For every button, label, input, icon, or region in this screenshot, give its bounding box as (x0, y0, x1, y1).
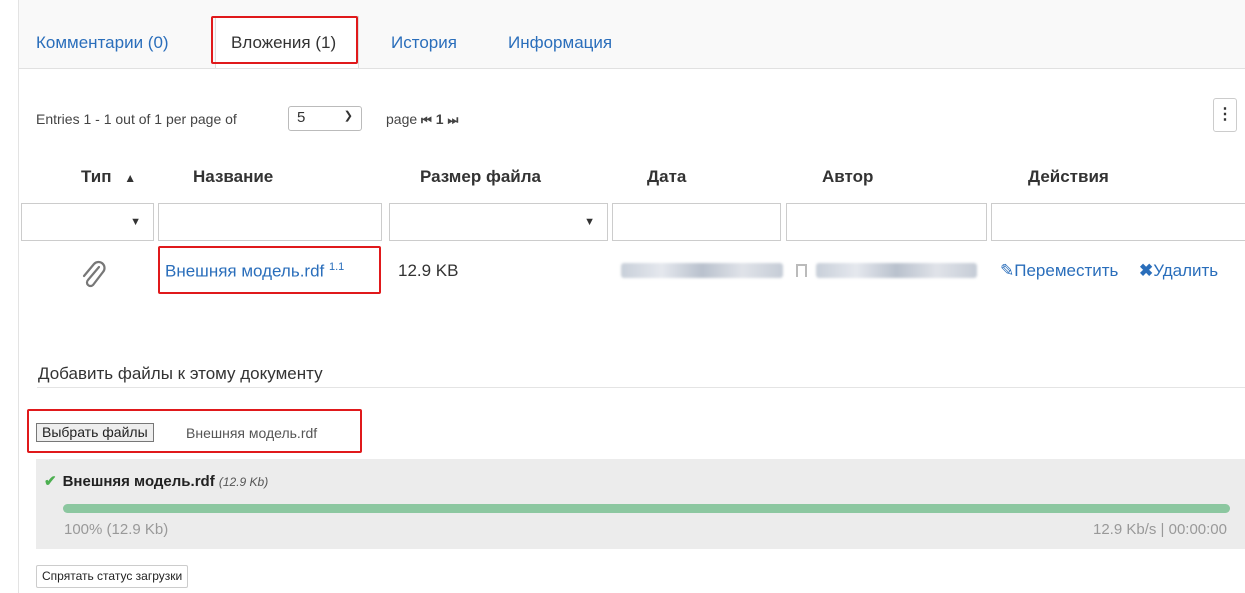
delete-action[interactable]: ✖Удалить (1139, 261, 1218, 281)
move-action[interactable]: ✎Переместить (1000, 261, 1118, 281)
column-header-size[interactable]: Размер файла (420, 167, 541, 187)
paperclip-icon (79, 256, 107, 295)
highlight-frame-upload (27, 409, 362, 453)
hide-upload-status-button[interactable]: Спрятать статус загрузки (36, 565, 189, 588)
tab-comments[interactable]: Комментарии (0) (36, 33, 169, 53)
tab-bar: Комментарии (0) Вложения (1) История Инф… (19, 0, 1245, 69)
check-icon: ✔ (44, 473, 57, 490)
date-filter-input[interactable] (612, 203, 781, 241)
upload-progress-fill (63, 504, 1230, 513)
column-header-name[interactable]: Название (193, 167, 273, 187)
upload-speed: 12.9 Kb/s | 00:00:00 (1093, 521, 1227, 538)
more-options-icon[interactable]: ⋮ (1213, 98, 1237, 132)
highlight-frame-tab (211, 16, 358, 64)
date-redacted (621, 263, 783, 278)
upload-percent: 100% (12.9 Kb) (64, 521, 169, 538)
file-size: 12.9 KB (398, 261, 459, 280)
close-icon: ✖ (1139, 261, 1154, 280)
page-label: page (386, 111, 418, 127)
per-page-value: 5 (297, 109, 306, 126)
caret-down-icon: ▼ (584, 216, 595, 228)
name-filter-input[interactable] (158, 203, 382, 241)
upload-file-title: ✔ Внешняя модель.rdf (12.9 Kb) (44, 473, 269, 490)
caret-down-icon: ▼ (130, 216, 141, 228)
highlight-frame-file (158, 246, 381, 294)
column-header-author[interactable]: Автор (822, 167, 873, 187)
pager-entries-text: Entries 1 - 1 out of 1 per page of (36, 111, 237, 127)
author-filter-input[interactable] (786, 203, 987, 241)
column-header-type[interactable]: Тип ▲ (81, 167, 136, 187)
column-header-date[interactable]: Дата (647, 167, 686, 187)
attachments-panel: Комментарии (0) Вложения (1) История Инф… (18, 0, 1245, 593)
chevron-down-icon: ❯ (343, 110, 353, 122)
tab-information[interactable]: Информация (508, 33, 612, 53)
column-header-actions: Действия (1028, 167, 1109, 186)
type-filter-select[interactable]: ▼ (21, 203, 154, 241)
upload-file-size: (12.9 Kb) (218, 475, 269, 489)
divider (37, 387, 1245, 388)
last-page-icon[interactable]: ⏭ (447, 113, 458, 127)
user-icon (796, 264, 807, 277)
actions-filter-input[interactable] (991, 203, 1245, 241)
first-page-icon[interactable]: ⏮ (421, 113, 432, 127)
size-filter-select[interactable]: ▼ (389, 203, 608, 241)
upload-progress-bar (63, 504, 1230, 513)
page-navigator: page ⏮ 1 ⏭ (386, 111, 458, 128)
add-files-label: Добавить файлы к этому документу (38, 364, 323, 383)
page-number[interactable]: 1 (436, 111, 444, 127)
edit-icon: ✎ (1000, 261, 1015, 280)
per-page-select[interactable]: 5 ❯ (288, 106, 362, 131)
author-redacted (816, 263, 977, 278)
tab-history[interactable]: История (391, 33, 457, 53)
upload-status-panel: ✔ Внешняя модель.rdf (12.9 Kb) 100% (12.9… (36, 459, 1245, 549)
sort-asc-icon: ▲ (124, 171, 137, 185)
